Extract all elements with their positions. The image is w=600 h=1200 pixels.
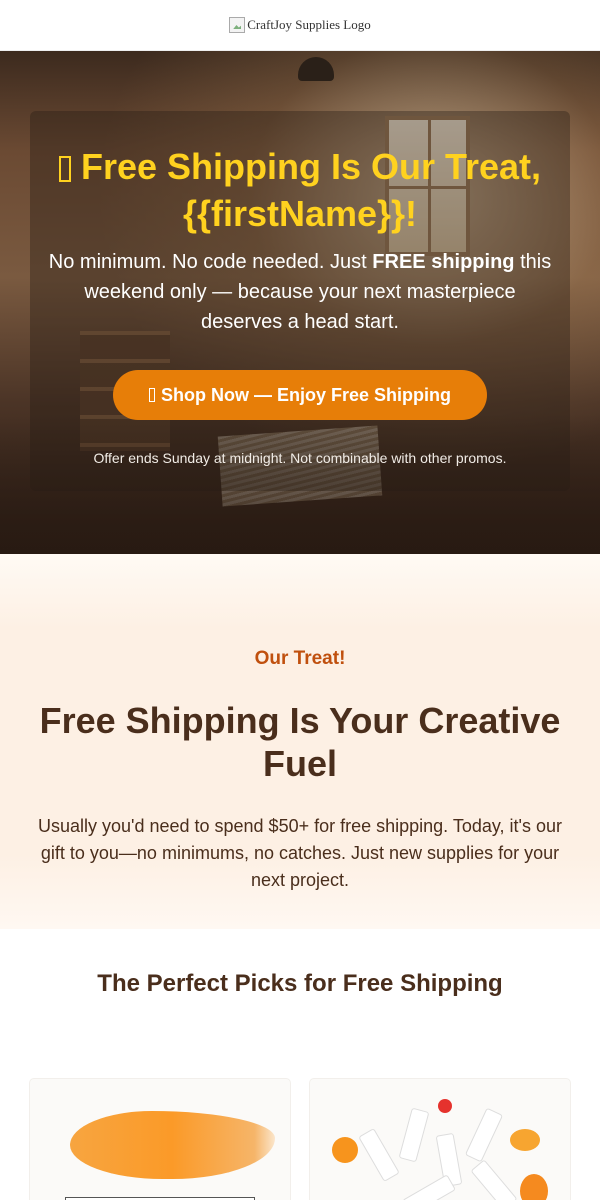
logo-alt-text: CraftJoy Supplies Logo bbox=[247, 17, 371, 32]
paint-splash-image bbox=[332, 1137, 358, 1163]
hero-text-bold: FREE shipping bbox=[372, 251, 515, 273]
treat-eyebrow: Our Treat! bbox=[254, 648, 346, 669]
product-grid bbox=[30, 1079, 570, 1200]
email-header: CraftJoy Supplies Logo bbox=[0, 0, 600, 51]
hero-background-lamp bbox=[298, 57, 334, 81]
hero-description: No minimum. No code needed. Just FREE sh… bbox=[30, 247, 570, 337]
product-card-acrylic-paints[interactable] bbox=[310, 1079, 570, 1200]
broken-image-icon bbox=[229, 17, 246, 33]
treat-section: Our Treat! Free Shipping Is Your Creativ… bbox=[0, 554, 600, 929]
watercolor-swatch-image bbox=[70, 1111, 275, 1179]
gift-icon bbox=[58, 156, 71, 182]
brand-logo[interactable]: CraftJoy Supplies Logo bbox=[229, 17, 371, 33]
shop-now-label: Shop Now — Enjoy Free Shipping bbox=[160, 384, 451, 405]
picks-title: The Perfect Picks for Free Shipping bbox=[97, 970, 503, 997]
hero-title-text: Free Shipping Is Our Treat, {{firstName}… bbox=[80, 146, 542, 234]
hero-title: Free Shipping Is Our Treat, {{firstName}… bbox=[30, 143, 570, 237]
hero-content: Free Shipping Is Our Treat, {{firstName}… bbox=[30, 111, 570, 466]
paint-tube-image bbox=[398, 1107, 430, 1163]
paint-splash-image bbox=[510, 1129, 540, 1151]
hero-text-lead: No minimum. No code needed. Just bbox=[48, 251, 373, 273]
paint-tube-image bbox=[464, 1107, 504, 1163]
shop-now-button[interactable]: Shop Now — Enjoy Free Shipping bbox=[113, 370, 487, 420]
hero-banner: Free Shipping Is Our Treat, {{firstName}… bbox=[0, 51, 600, 554]
paint-tube-image bbox=[470, 1159, 518, 1200]
offer-note: Offer ends Sunday at midnight. Not combi… bbox=[93, 450, 507, 466]
paint-tube-image bbox=[401, 1174, 457, 1200]
picks-section: The Perfect Picks for Free Shipping bbox=[0, 929, 600, 1200]
paint-splash-image bbox=[438, 1099, 452, 1113]
treat-description: Usually you'd need to spend $50+ for fre… bbox=[37, 816, 563, 890]
treat-title: Free Shipping Is Your Creative Fuel bbox=[39, 700, 561, 784]
paint-splash-image bbox=[520, 1174, 548, 1200]
cart-icon bbox=[148, 388, 155, 402]
paint-tube-image bbox=[358, 1127, 400, 1183]
product-card-watercolor[interactable] bbox=[30, 1079, 290, 1200]
